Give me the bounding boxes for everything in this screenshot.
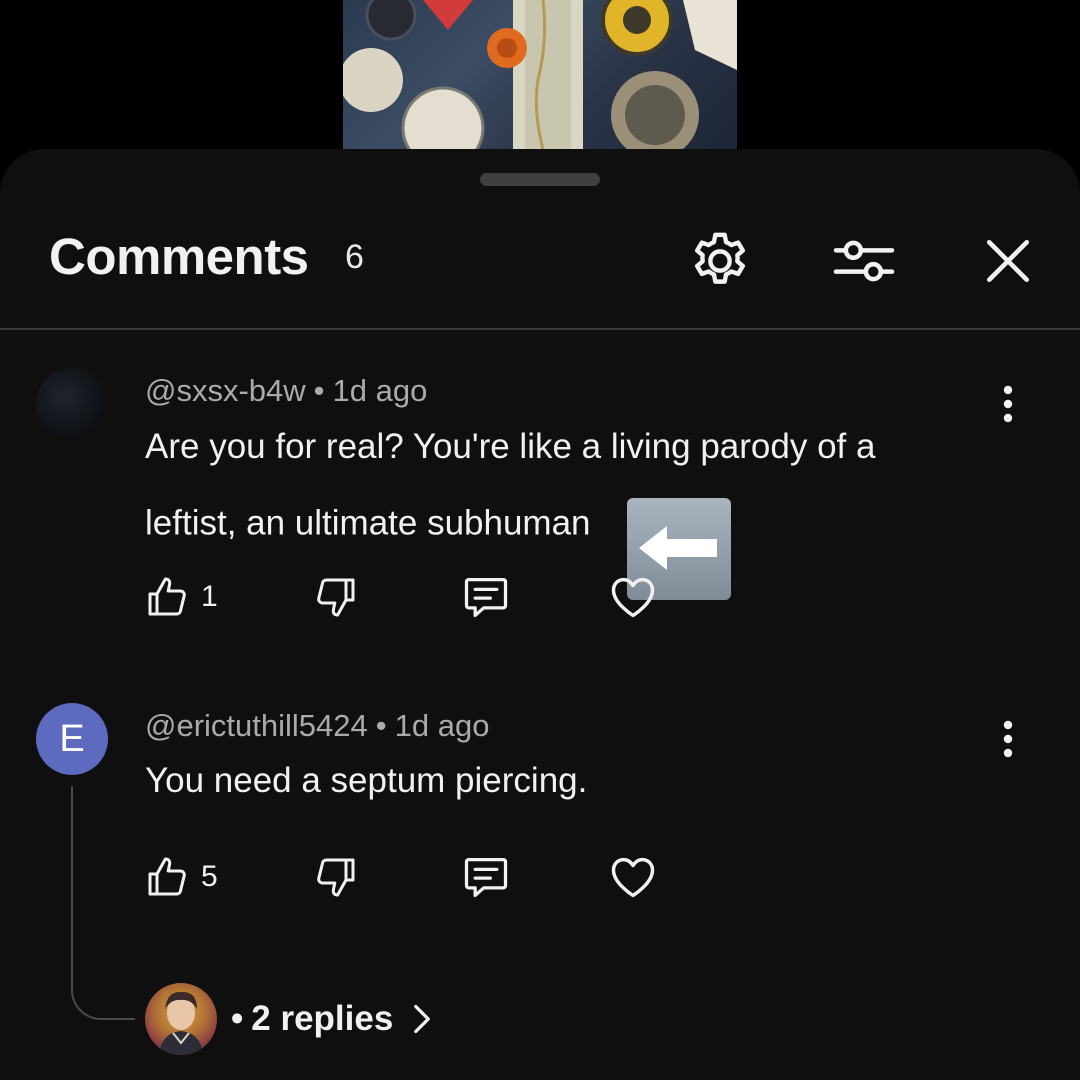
view-replies-button[interactable]: • 2 replies <box>145 983 437 1055</box>
comment-more-button[interactable] <box>990 714 1026 764</box>
dislike-button[interactable] <box>312 569 360 625</box>
header-divider <box>0 328 1080 330</box>
like-button[interactable]: 1 <box>143 569 218 625</box>
commenter-avatar[interactable]: E <box>36 703 108 775</box>
meta-separator: • <box>313 373 325 408</box>
close-button[interactable] <box>972 225 1044 297</box>
left-arrow-icon <box>638 526 717 570</box>
close-icon <box>986 239 1030 283</box>
heart-icon <box>611 577 655 618</box>
comment-actions: 1 <box>0 569 1080 625</box>
video-thumbnail[interactable] <box>343 0 737 150</box>
reply-comment-icon <box>464 858 508 898</box>
commenter-avatar[interactable] <box>36 368 108 440</box>
thread-connector <box>71 786 135 1020</box>
like-button[interactable]: 5 <box>143 849 218 905</box>
comment-meta: @sxsx-b4w • 1d ago <box>145 373 427 409</box>
chevron-right-icon <box>414 1004 431 1034</box>
comment-more-button[interactable] <box>990 379 1026 429</box>
comment-text: Are you for real? You're like a living p… <box>145 419 945 600</box>
settings-button[interactable] <box>684 225 756 297</box>
dislike-button[interactable] <box>312 849 360 905</box>
comment-time: 1d ago <box>332 373 428 408</box>
drag-handle[interactable] <box>480 173 600 186</box>
comments-title: Comments <box>49 228 309 285</box>
like-count: 1 <box>201 580 218 613</box>
thumbs-down-icon <box>317 858 355 897</box>
comment-author[interactable]: @erictuthill5424 <box>145 708 368 743</box>
avatar-portrait-image <box>159 991 203 1055</box>
comment-meta: @erictuthill5424 • 1d ago <box>145 708 489 744</box>
comment-author[interactable]: @sxsx-b4w <box>145 373 306 408</box>
reply-author-avatar <box>145 983 217 1055</box>
video-frame-image <box>343 0 737 150</box>
like-count: 5 <box>201 860 218 893</box>
replies-label: • 2 replies <box>231 999 393 1039</box>
comments-count: 6 <box>345 238 364 276</box>
more-vertical-icon <box>1003 385 1013 423</box>
heart-button[interactable] <box>607 569 659 625</box>
thumbs-up-icon <box>148 577 186 616</box>
reply-button[interactable] <box>460 569 512 625</box>
comments-sheet: Comments 6 @sxsx-b4w • 1d ago Are you fo… <box>0 149 1080 1080</box>
screen: Comments 6 @sxsx-b4w • 1d ago Are you fo… <box>0 0 1080 1080</box>
reply-comment-icon <box>464 578 508 618</box>
comment-text-content: Are you for real? You're like a living p… <box>145 427 876 543</box>
gear-icon <box>694 232 746 284</box>
more-vertical-icon <box>1003 720 1013 758</box>
replies-separator: • <box>231 999 244 1038</box>
replies-count-label: 2 replies <box>251 999 394 1038</box>
avatar-initial: E <box>59 717 85 760</box>
sliders-icon <box>833 240 895 282</box>
thumbs-down-icon <box>317 578 355 617</box>
filter-button[interactable] <box>828 225 900 297</box>
heart-button[interactable] <box>607 849 659 905</box>
comment-actions: 5 <box>0 849 1080 905</box>
comment-time: 1d ago <box>394 708 490 743</box>
comment-text: You need a septum piercing. <box>145 761 588 800</box>
meta-separator: • <box>375 708 387 743</box>
reply-button[interactable] <box>460 849 512 905</box>
heart-icon <box>611 857 655 898</box>
thumbs-up-icon <box>148 857 186 896</box>
